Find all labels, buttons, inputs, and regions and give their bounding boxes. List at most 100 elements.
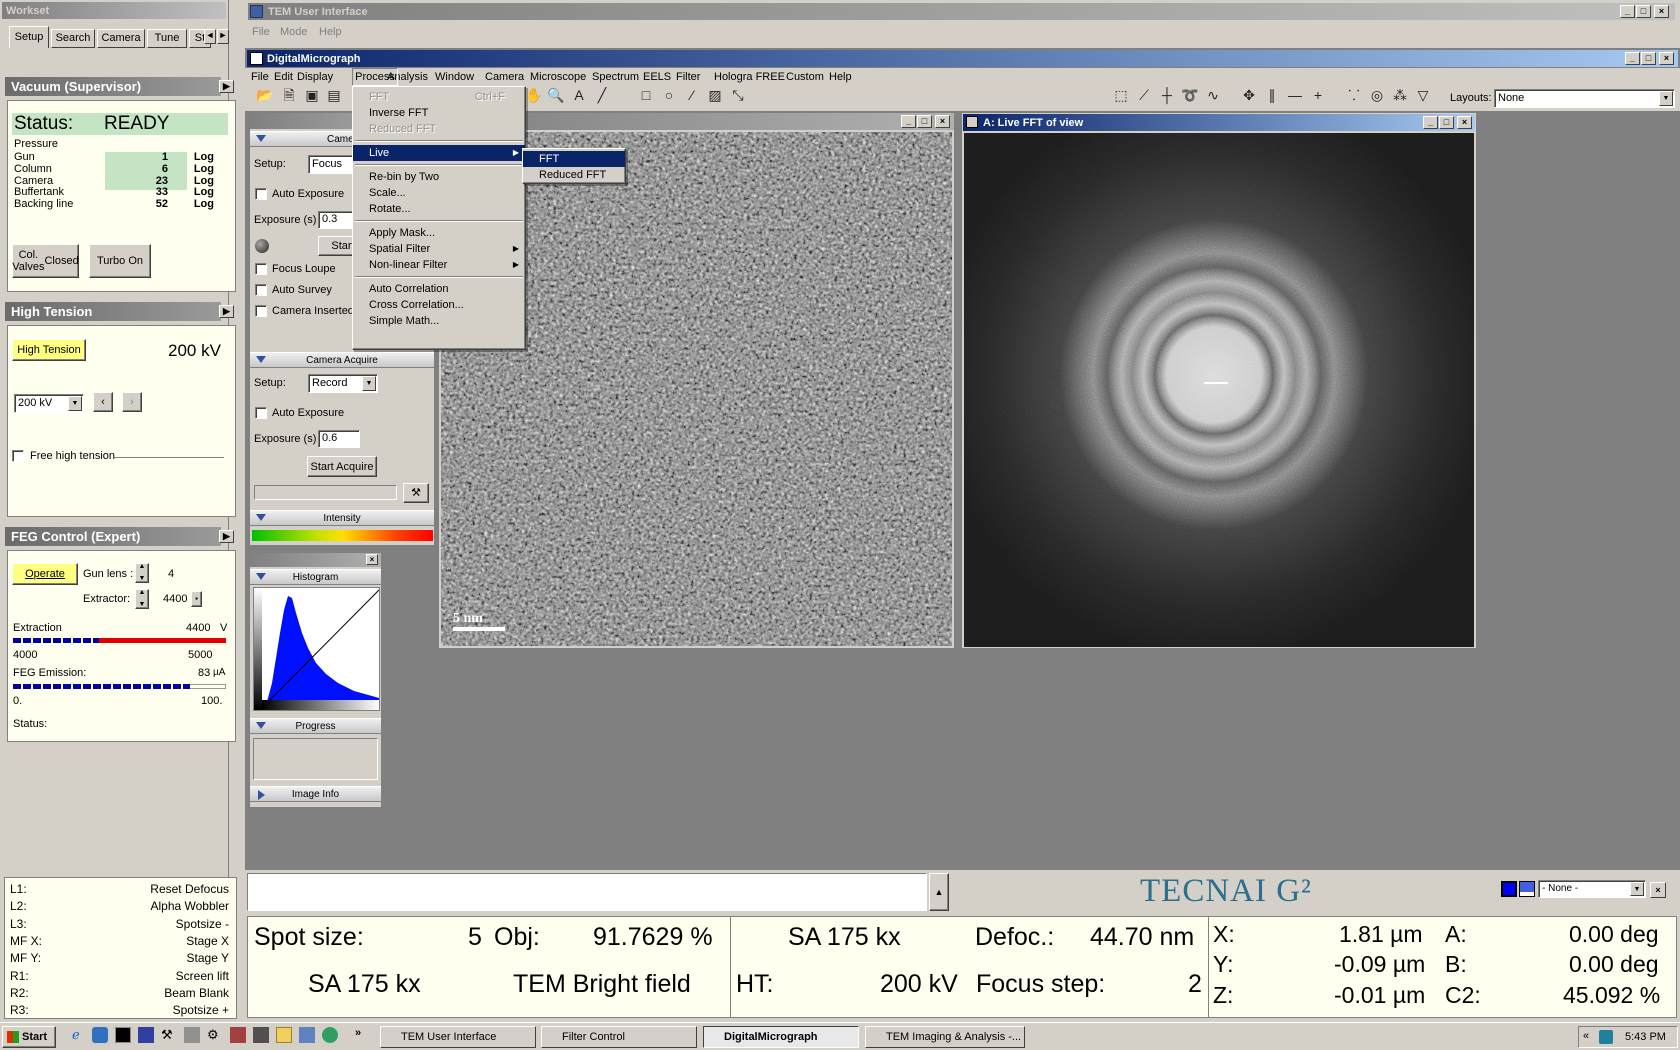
cmd-icon[interactable]	[115, 1027, 131, 1043]
tem-menu-help[interactable]: Help	[319, 26, 342, 38]
process-menu-item-spatial-filter[interactable]: Spatial Filter ▶	[353, 241, 525, 257]
histogram-close-icon[interactable]: ×	[366, 554, 378, 565]
status-close-icon[interactable]: ×	[1650, 882, 1666, 898]
process-menu-item-cross-correlation[interactable]: Cross Correlation...	[353, 297, 525, 313]
line-tool-icon[interactable]: ╱	[593, 86, 611, 104]
doc-icon[interactable]: 🗎	[280, 86, 298, 104]
move-icon[interactable]: ✥	[1240, 86, 1258, 104]
progress-header[interactable]: Progress	[250, 718, 381, 734]
picture-tool-icon[interactable]: ▨	[706, 86, 724, 104]
process-menu-title[interactable]: Process	[352, 68, 398, 86]
point-roi-icon[interactable]: ┼	[1158, 86, 1176, 104]
wand-tool-icon[interactable]: ⁄	[683, 86, 701, 104]
blue-square-icon[interactable]	[1501, 881, 1517, 897]
transform-tool-icon[interactable]: ⤡	[729, 86, 747, 104]
task-tem-ui[interactable]: TEM User Interface	[380, 1026, 536, 1048]
ht-increase-button[interactable]: ›	[122, 392, 142, 412]
app-icon-1[interactable]	[138, 1027, 154, 1043]
high-tension-button[interactable]: High Tension	[12, 339, 86, 361]
camacq-setup-select[interactable]: Record ▼	[308, 374, 378, 393]
extractor-edit-button[interactable]: ▪	[191, 591, 202, 607]
tray-network-icon[interactable]	[1599, 1030, 1613, 1044]
blue-square-icon-2[interactable]	[1519, 881, 1535, 897]
dm-menu-display[interactable]: Display	[297, 71, 333, 83]
tab-scroll-right-icon[interactable]: ►	[217, 29, 229, 44]
fft-maximize-icon[interactable]: □	[1439, 116, 1454, 129]
rect-roi-icon[interactable]: ⬚	[1112, 86, 1130, 104]
app-icon-7[interactable]	[299, 1027, 315, 1043]
layouts-select[interactable]: None ▼	[1494, 89, 1675, 108]
folder-icon[interactable]	[276, 1027, 292, 1043]
process-menu-item-fft[interactable]: FFT Ctrl+F	[353, 89, 525, 105]
turbo-button[interactable]: Turbo On	[89, 244, 151, 278]
dm-maximize-icon[interactable]: □	[1641, 52, 1656, 65]
process-menu-item-rotate[interactable]: Rotate...	[353, 201, 525, 217]
app-icon-4[interactable]: ⚙	[207, 1027, 223, 1043]
rect-tool-icon[interactable]: □	[637, 86, 655, 104]
more-icon[interactable]: »	[355, 1027, 371, 1043]
tem-close-icon[interactable]: ×	[1654, 5, 1669, 18]
dm-menu-custom[interactable]: Custom	[786, 71, 824, 83]
free-ht-checkbox[interactable]	[12, 450, 24, 462]
image-maximize-icon[interactable]: □	[917, 115, 932, 128]
operate-button[interactable]: Operate	[12, 563, 78, 585]
tem-menu-file[interactable]: File	[252, 26, 270, 38]
app-icon-5[interactable]	[230, 1027, 246, 1043]
save-icon[interactable]: ▣	[303, 86, 321, 104]
gun-lens-spinner[interactable]: ▲ ▼	[135, 563, 149, 583]
process-menu-item-reduced-fft[interactable]: Reduced FFT	[353, 121, 525, 137]
image-close-icon[interactable]: ×	[935, 115, 950, 128]
dm-menu-eels[interactable]: EELS	[643, 71, 671, 83]
dm-close-icon[interactable]: ×	[1659, 52, 1674, 65]
tab-setup[interactable]: Setup	[9, 26, 49, 48]
dm-menu-window[interactable]: Window	[435, 71, 474, 83]
task-tem-imaging[interactable]: TEM Imaging & Analysis -...	[865, 1026, 1025, 1048]
live-fft-item[interactable]: FFT	[523, 151, 625, 167]
none-select[interactable]: - None - ▼	[1538, 880, 1646, 898]
task-digitalmicrograph[interactable]: DigitalMicrograph	[703, 1026, 859, 1048]
fft-minimize-icon[interactable]: _	[1423, 116, 1438, 129]
hline-icon[interactable]: —	[1286, 86, 1304, 104]
grid-icon[interactable]: ⁂	[1391, 86, 1409, 104]
focus-loupe-checkbox[interactable]	[255, 263, 267, 275]
dm-minimize-icon[interactable]: _	[1625, 52, 1640, 65]
vline-icon[interactable]: ∥	[1263, 86, 1281, 104]
ht-expand-icon[interactable]: ▶	[219, 305, 234, 318]
spot-icon[interactable]: ⸪	[1345, 86, 1363, 104]
hand-icon[interactable]: ✋	[525, 86, 543, 104]
col-valves-button[interactable]: Col. Valves Closed	[12, 244, 79, 278]
process-menu-item-inverse-fft[interactable]: Inverse FFT	[353, 105, 525, 121]
line-roi-icon[interactable]: ⟋	[1135, 86, 1153, 104]
ie-icon[interactable]: ℯ	[72, 1027, 88, 1043]
ht-select[interactable]: 200 kV ▼	[14, 394, 84, 413]
dm-menu-filter[interactable]: Filter	[676, 71, 700, 83]
process-menu-item-auto-correlation[interactable]: Auto Correlation	[353, 281, 525, 297]
fft-close-icon[interactable]: ×	[1457, 116, 1472, 129]
plus-icon[interactable]: +	[1309, 86, 1327, 104]
explorer-icon[interactable]	[92, 1027, 108, 1043]
tem-menu-mode[interactable]: Mode	[280, 26, 308, 38]
app-icon-2[interactable]: ⚒	[161, 1027, 177, 1043]
save-all-icon[interactable]: ▤	[325, 86, 343, 104]
dm-menu-help[interactable]: Help	[829, 71, 852, 83]
tools-icon[interactable]: ⚒	[403, 483, 429, 503]
camview-auto-exposure-checkbox[interactable]	[255, 188, 267, 200]
ring-icon[interactable]: ◎	[1368, 86, 1386, 104]
intensity-header[interactable]: Intensity	[250, 510, 434, 526]
tab-search[interactable]: Search	[51, 29, 95, 48]
camera-inserted-checkbox[interactable]	[255, 305, 267, 317]
lasso-icon[interactable]: ➰	[1181, 86, 1199, 104]
ht-decrease-button[interactable]: ‹	[93, 392, 113, 412]
camacq-exposure-input[interactable]: 0.6	[318, 430, 360, 448]
tem-maximize-icon[interactable]: □	[1636, 5, 1651, 18]
funnel-icon[interactable]: ▽	[1414, 86, 1432, 104]
task-filter-control[interactable]: Filter Control	[541, 1026, 697, 1048]
open-icon[interactable]: 📂	[256, 86, 274, 104]
start-acquire-button[interactable]: Start Acquire	[307, 456, 377, 477]
auto-survey-checkbox[interactable]	[255, 284, 267, 296]
camacq-auto-exposure-checkbox[interactable]	[255, 407, 267, 419]
process-menu-item-simple-math[interactable]: Simple Math...	[353, 313, 525, 329]
tray-expand-icon[interactable]: «	[1583, 1030, 1589, 1042]
app-icon-6[interactable]	[253, 1027, 269, 1043]
start-button[interactable]: Start	[2, 1026, 56, 1048]
